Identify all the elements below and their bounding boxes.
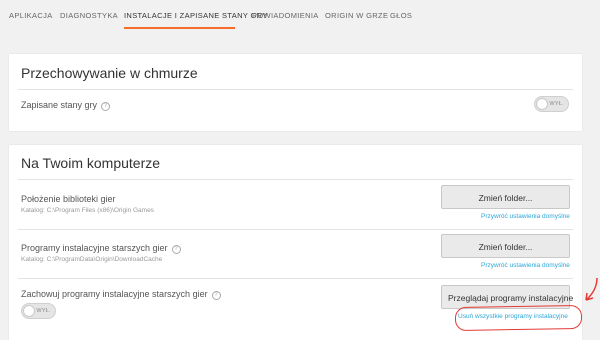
tab-instalacje[interactable]: INSTALACJE I ZAPISANE STANY GRY xyxy=(124,11,268,20)
computer-divider xyxy=(18,179,573,180)
saves-label-text: Zapisane stany gry xyxy=(21,100,98,110)
help-icon[interactable]: ? xyxy=(211,291,221,300)
cloud-storage-card: Przechowywanie w chmurze Zapisane stany … xyxy=(9,54,582,131)
settings-tab-bar: APLIKACJA DIAGNOSTYKA INSTALACJE I ZAPIS… xyxy=(0,0,600,30)
row-divider xyxy=(18,229,573,230)
installers-change-folder-button[interactable]: Zmień folder... xyxy=(441,234,570,258)
on-computer-title: Na Twoim komputerze xyxy=(21,155,161,171)
row-divider xyxy=(18,278,573,279)
help-icon[interactable]: ? xyxy=(101,102,111,111)
installers-location-path: Katalog: C:\ProgramData\Origin\DownloadC… xyxy=(21,256,163,263)
saves-toggle-state: WYŁ. xyxy=(549,101,564,107)
library-reset-link[interactable]: Przywróć ustawienia domyślne xyxy=(481,213,570,220)
annotation-oval xyxy=(454,304,583,332)
installers-label-text: Programy instalacyjne starszych gier xyxy=(21,243,168,253)
help-icon[interactable]: ? xyxy=(171,245,181,254)
tab-diagnostyka[interactable]: DIAGNOSTYKA xyxy=(60,11,118,20)
tab-origin-w-grze[interactable]: ORIGIN W GRZE xyxy=(325,11,388,20)
tab-glos[interactable]: GŁOS xyxy=(390,11,412,20)
keep-installers-toggle[interactable]: WYŁ. xyxy=(21,303,56,319)
library-location-label: Położenie biblioteki gier xyxy=(21,194,116,204)
cloud-divider xyxy=(18,89,573,90)
toggle-knob xyxy=(536,98,548,110)
installers-reset-link[interactable]: Przywróć ustawienia domyślne xyxy=(481,262,570,269)
tab-aplikacja[interactable]: APLIKACJA xyxy=(9,11,53,20)
installers-location-label: Programy instalacyjne starszych gier? xyxy=(21,243,181,254)
tab-powiadomienia[interactable]: POWIADOMIENIA xyxy=(252,11,319,20)
keep-installers-label: Zachowuj programy instalacyjne starszych… xyxy=(21,289,221,300)
saves-toggle[interactable]: WYŁ. xyxy=(534,96,569,112)
annotation-arrow-icon xyxy=(585,277,598,301)
saves-label: Zapisane stany gry? xyxy=(21,100,111,111)
active-tab-indicator xyxy=(124,27,235,29)
keep-installers-toggle-state: WYŁ. xyxy=(36,308,51,314)
cloud-storage-title: Przechowywanie w chmurze xyxy=(21,65,198,81)
toggle-knob xyxy=(23,305,35,317)
library-location-path: Katalog: C:\Program Files (x86)\Origin G… xyxy=(21,207,154,214)
keep-installers-label-text: Zachowuj programy instalacyjne starszych… xyxy=(21,289,208,299)
library-change-folder-button[interactable]: Zmień folder... xyxy=(441,185,570,209)
